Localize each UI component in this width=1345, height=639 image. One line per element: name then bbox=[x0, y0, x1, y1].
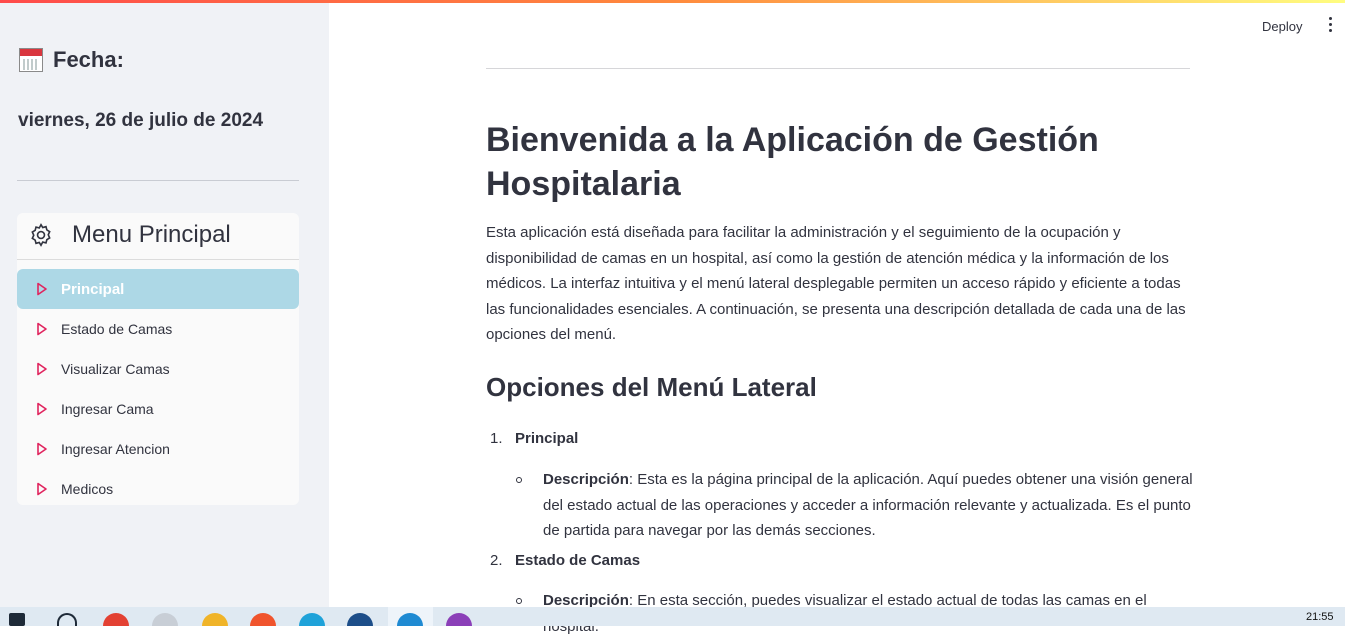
caret-right-icon bbox=[37, 322, 47, 336]
bullet-icon bbox=[516, 477, 522, 483]
list-number: 2. bbox=[490, 552, 503, 569]
sidebar-item-visualizar-camas[interactable]: Visualizar Camas bbox=[17, 349, 299, 389]
list-number: 1. bbox=[490, 430, 503, 447]
fecha-heading: Fecha: bbox=[19, 47, 124, 73]
option-description: Descripción: Esta es la página principal… bbox=[543, 467, 1193, 544]
current-date: viernes, 26 de julio de 2024 bbox=[18, 110, 264, 131]
caret-right-icon bbox=[37, 442, 47, 456]
sidebar-item-label: Visualizar Camas bbox=[61, 361, 170, 377]
description-text: : Esta es la página principal de la apli… bbox=[543, 471, 1193, 540]
sidebar-item-label: Ingresar Cama bbox=[61, 401, 154, 417]
option-title: Estado de Camas bbox=[515, 552, 641, 569]
caret-right-icon bbox=[37, 482, 47, 496]
sidebar-item-principal[interactable]: Principal bbox=[17, 269, 299, 309]
chrome-icon[interactable] bbox=[103, 613, 129, 626]
section-title: Opciones del Menú Lateral bbox=[486, 372, 817, 402]
sidebar-item-label: Medicos bbox=[61, 481, 114, 497]
calendar-icon bbox=[19, 48, 43, 72]
app-icon[interactable] bbox=[347, 613, 373, 626]
sidebar-item-label: Estado de Camas bbox=[61, 321, 173, 337]
brave-icon[interactable] bbox=[250, 613, 276, 626]
bullet-icon bbox=[516, 598, 522, 604]
search-icon[interactable] bbox=[57, 613, 77, 626]
notes-icon[interactable] bbox=[152, 613, 178, 626]
app-icon[interactable] bbox=[446, 613, 472, 626]
intro-paragraph: Esta aplicación está diseñada para facil… bbox=[486, 224, 1186, 344]
fecha-label: Fecha: bbox=[53, 47, 124, 72]
windows-start-icon[interactable] bbox=[9, 613, 25, 626]
gear-icon bbox=[31, 223, 51, 247]
sidebar-item-ingresar-atencion[interactable]: Ingresar Atencion bbox=[17, 429, 299, 469]
menu-divider bbox=[17, 259, 299, 260]
deploy-button[interactable]: Deploy bbox=[1262, 19, 1302, 34]
main-divider bbox=[486, 68, 1190, 69]
menu-header: Menu Principal bbox=[17, 213, 299, 257]
option-title: Principal bbox=[515, 430, 579, 447]
caret-right-icon bbox=[37, 362, 47, 376]
clock: 21:55 bbox=[1306, 611, 1334, 623]
sidebar-divider bbox=[17, 180, 299, 181]
description-label: Descripción bbox=[543, 471, 629, 488]
edge-icon[interactable] bbox=[299, 613, 325, 626]
sidebar-item-estado-de-camas[interactable]: Estado de Camas bbox=[17, 309, 299, 349]
sidebar-item-medicos[interactable]: Medicos bbox=[17, 469, 299, 509]
os-taskbar: 21:55 bbox=[0, 607, 1345, 626]
sidebar-item-label: Principal bbox=[61, 280, 125, 298]
menu-title: Menu Principal bbox=[72, 221, 231, 248]
menu-principal-card: Menu Principal Principal Estado de Camas… bbox=[17, 213, 299, 505]
caret-right-icon bbox=[37, 282, 47, 296]
sidebar-item-ingresar-cama[interactable]: Ingresar Cama bbox=[17, 389, 299, 429]
kebab-menu-icon[interactable] bbox=[1327, 17, 1333, 35]
sidebar-item-label: Ingresar Atencion bbox=[61, 441, 170, 457]
page-title: Bienvenida a la Aplicación de Gestión Ho… bbox=[486, 121, 1099, 203]
caret-right-icon bbox=[37, 402, 47, 416]
folder-icon[interactable] bbox=[202, 613, 228, 626]
sidebar: Fecha: viernes, 26 de julio de 2024 Menu… bbox=[0, 3, 329, 607]
